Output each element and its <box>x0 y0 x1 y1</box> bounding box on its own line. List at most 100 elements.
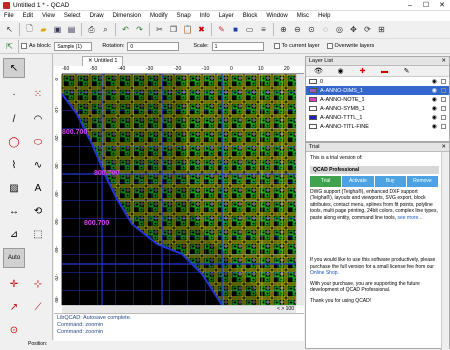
pointer-icon[interactable]: ↖ <box>3 23 16 36</box>
point-tool-icon[interactable]: · <box>3 84 25 104</box>
snap-auto-button[interactable]: Auto <box>3 248 25 268</box>
cut-icon[interactable]: ✂ <box>153 23 166 36</box>
circle-tool-icon[interactable]: ◯ <box>3 132 25 152</box>
point-grid-icon[interactable]: ⁙ <box>27 84 49 104</box>
show-all-layers-icon[interactable]: 👁 <box>309 67 328 76</box>
layer-row[interactable]: A-ANNO-SYMB_1 ◉ <box>306 104 449 113</box>
lock-icon[interactable] <box>441 106 446 111</box>
trial-scrollbar[interactable] <box>441 152 449 350</box>
eye-icon[interactable]: ◉ <box>432 78 437 85</box>
tab-activate[interactable]: Activate <box>342 176 375 187</box>
snap-free-icon[interactable]: ✛ <box>3 274 25 294</box>
new-file-icon[interactable]: 🗋 <box>23 23 36 36</box>
snap-center-icon[interactable]: ⊙ <box>3 320 25 340</box>
online-shop-link[interactable]: Online Shop. <box>310 270 339 276</box>
zoom-in-icon[interactable]: ⊕ <box>277 23 290 36</box>
add-layer-icon[interactable]: ✚ <box>353 67 372 76</box>
eye-icon[interactable]: ◉ <box>432 114 437 121</box>
menu-file[interactable]: File <box>4 13 14 19</box>
polyline-tool-icon[interactable]: ⌇ <box>3 155 25 175</box>
menu-info[interactable]: Info <box>200 13 210 19</box>
print-icon[interactable]: ⎙ <box>85 23 98 36</box>
pen-icon[interactable]: ✎ <box>215 23 228 36</box>
edit-layer-icon[interactable]: ✎ <box>397 67 416 76</box>
zoom-previous-icon[interactable]: ◌ <box>319 23 332 36</box>
open-folder-icon[interactable]: ▰ <box>37 23 50 36</box>
lock-icon[interactable] <box>441 88 446 93</box>
ellipse-tool-icon[interactable]: ⬭ <box>27 132 49 152</box>
copy-icon[interactable]: ❐ <box>167 23 180 36</box>
lock-icon[interactable] <box>441 79 446 84</box>
hatch-tool-icon[interactable]: ▨ <box>3 178 25 198</box>
lineweight-icon[interactable]: ≡ <box>257 23 270 36</box>
tab-buy[interactable]: Buy <box>374 176 407 187</box>
redo-icon[interactable]: ↷ <box>133 23 146 36</box>
maximize-button[interactable]: ☐ <box>418 0 434 11</box>
close-panel-icon[interactable]: ✕ <box>441 57 446 66</box>
layer-row[interactable]: A-ANNO-NOTE_1 ◉ <box>306 95 449 104</box>
remove-layer-icon[interactable]: ▬ <box>375 67 394 76</box>
eye-icon[interactable]: ◉ <box>432 87 437 94</box>
eye-icon[interactable]: ◉ <box>432 123 437 130</box>
pan-icon[interactable]: ✥ <box>347 23 360 36</box>
menu-edit[interactable]: Edit <box>23 13 33 19</box>
color-icon[interactable]: ■ <box>229 23 242 36</box>
vertical-scrollbar[interactable] <box>296 74 304 305</box>
block-name-field[interactable]: Sample (1) <box>54 41 93 51</box>
snap-end-icon[interactable]: ↗ <box>3 297 25 317</box>
save-icon[interactable]: ▣ <box>51 23 64 36</box>
options-icon[interactable]: ⇱ <box>3 40 16 53</box>
menu-dimension[interactable]: Dimension <box>113 13 141 19</box>
layer-row[interactable]: A-ANNO-TTTL_1 ◉ <box>306 113 449 122</box>
lock-icon[interactable] <box>441 124 446 129</box>
redraw-icon[interactable]: ⟳ <box>361 23 374 36</box>
print-preview-icon[interactable]: ⌕ <box>99 23 112 36</box>
info-tool-icon[interactable]: ⊿ <box>3 224 25 244</box>
zoom-window-icon[interactable]: ◎ <box>333 23 346 36</box>
menu-layer[interactable]: Layer <box>219 13 234 19</box>
snap-grid-icon[interactable]: ⊹ <box>27 274 49 294</box>
linetype-icon[interactable]: ▭ <box>243 23 256 36</box>
undo-icon[interactable]: ↶ <box>119 23 132 36</box>
overwrite-layers-checkbox[interactable] <box>326 43 333 49</box>
horizontal-scrollbar[interactable]: < > 100 <box>62 305 296 313</box>
menu-view[interactable]: View <box>42 13 55 19</box>
zoom-auto-icon[interactable]: ⊙ <box>305 23 318 36</box>
menu-block[interactable]: Block <box>243 13 258 19</box>
layer-row[interactable]: 0 ◉ <box>306 77 449 86</box>
to-current-layer-checkbox[interactable] <box>273 43 280 49</box>
menu-misc[interactable]: Misc <box>297 13 309 19</box>
hide-all-layers-icon[interactable]: ◉ <box>331 67 350 76</box>
block-tool-icon[interactable]: ⬚ <box>27 224 49 244</box>
lock-icon[interactable] <box>441 115 446 120</box>
close-button[interactable]: ✕ <box>434 0 450 11</box>
select-tool-icon[interactable]: ↖ <box>3 58 25 78</box>
layer-row[interactable]: A-ANNO-DIMS_1 ◉ <box>306 86 449 95</box>
close-panel-icon[interactable]: ✕ <box>441 143 446 152</box>
grid-icon[interactable]: ⊞ <box>375 23 388 36</box>
spline-tool-icon[interactable]: ∿ <box>27 155 49 175</box>
tab-remove[interactable]: Remove <box>406 176 439 187</box>
menu-window[interactable]: Window <box>266 13 287 19</box>
line-tool-icon[interactable]: / <box>3 109 25 129</box>
as-block-checkbox[interactable] <box>21 43 27 49</box>
modify-tool-icon[interactable]: ⟲ <box>27 201 49 221</box>
rotation-field[interactable]: 0 <box>127 41 180 51</box>
paste-icon[interactable]: 📋 <box>181 23 194 36</box>
menu-modify[interactable]: Modify <box>150 13 168 19</box>
menu-draw[interactable]: Draw <box>90 13 104 19</box>
zoom-out-icon[interactable]: ⊖ <box>291 23 304 36</box>
delete-icon[interactable]: ✖ <box>195 23 208 36</box>
save-as-icon[interactable]: ▤ <box>65 23 78 36</box>
menu-snap[interactable]: Snap <box>177 13 191 19</box>
minimize-button[interactable]: – <box>402 0 418 11</box>
menu-select[interactable]: Select <box>64 13 81 19</box>
scale-field[interactable]: 1 <box>211 41 264 51</box>
lock-icon[interactable] <box>441 97 446 102</box>
text-tool-icon[interactable]: A <box>27 178 49 198</box>
see-more-link[interactable]: see more... <box>397 215 422 221</box>
document-tab[interactable]: ✕ Untitled 1 <box>82 56 124 66</box>
dimension-tool-icon[interactable]: ↔ <box>3 201 25 221</box>
tab-trial[interactable]: Trial <box>310 176 343 187</box>
menu-help[interactable]: Help <box>318 13 330 19</box>
